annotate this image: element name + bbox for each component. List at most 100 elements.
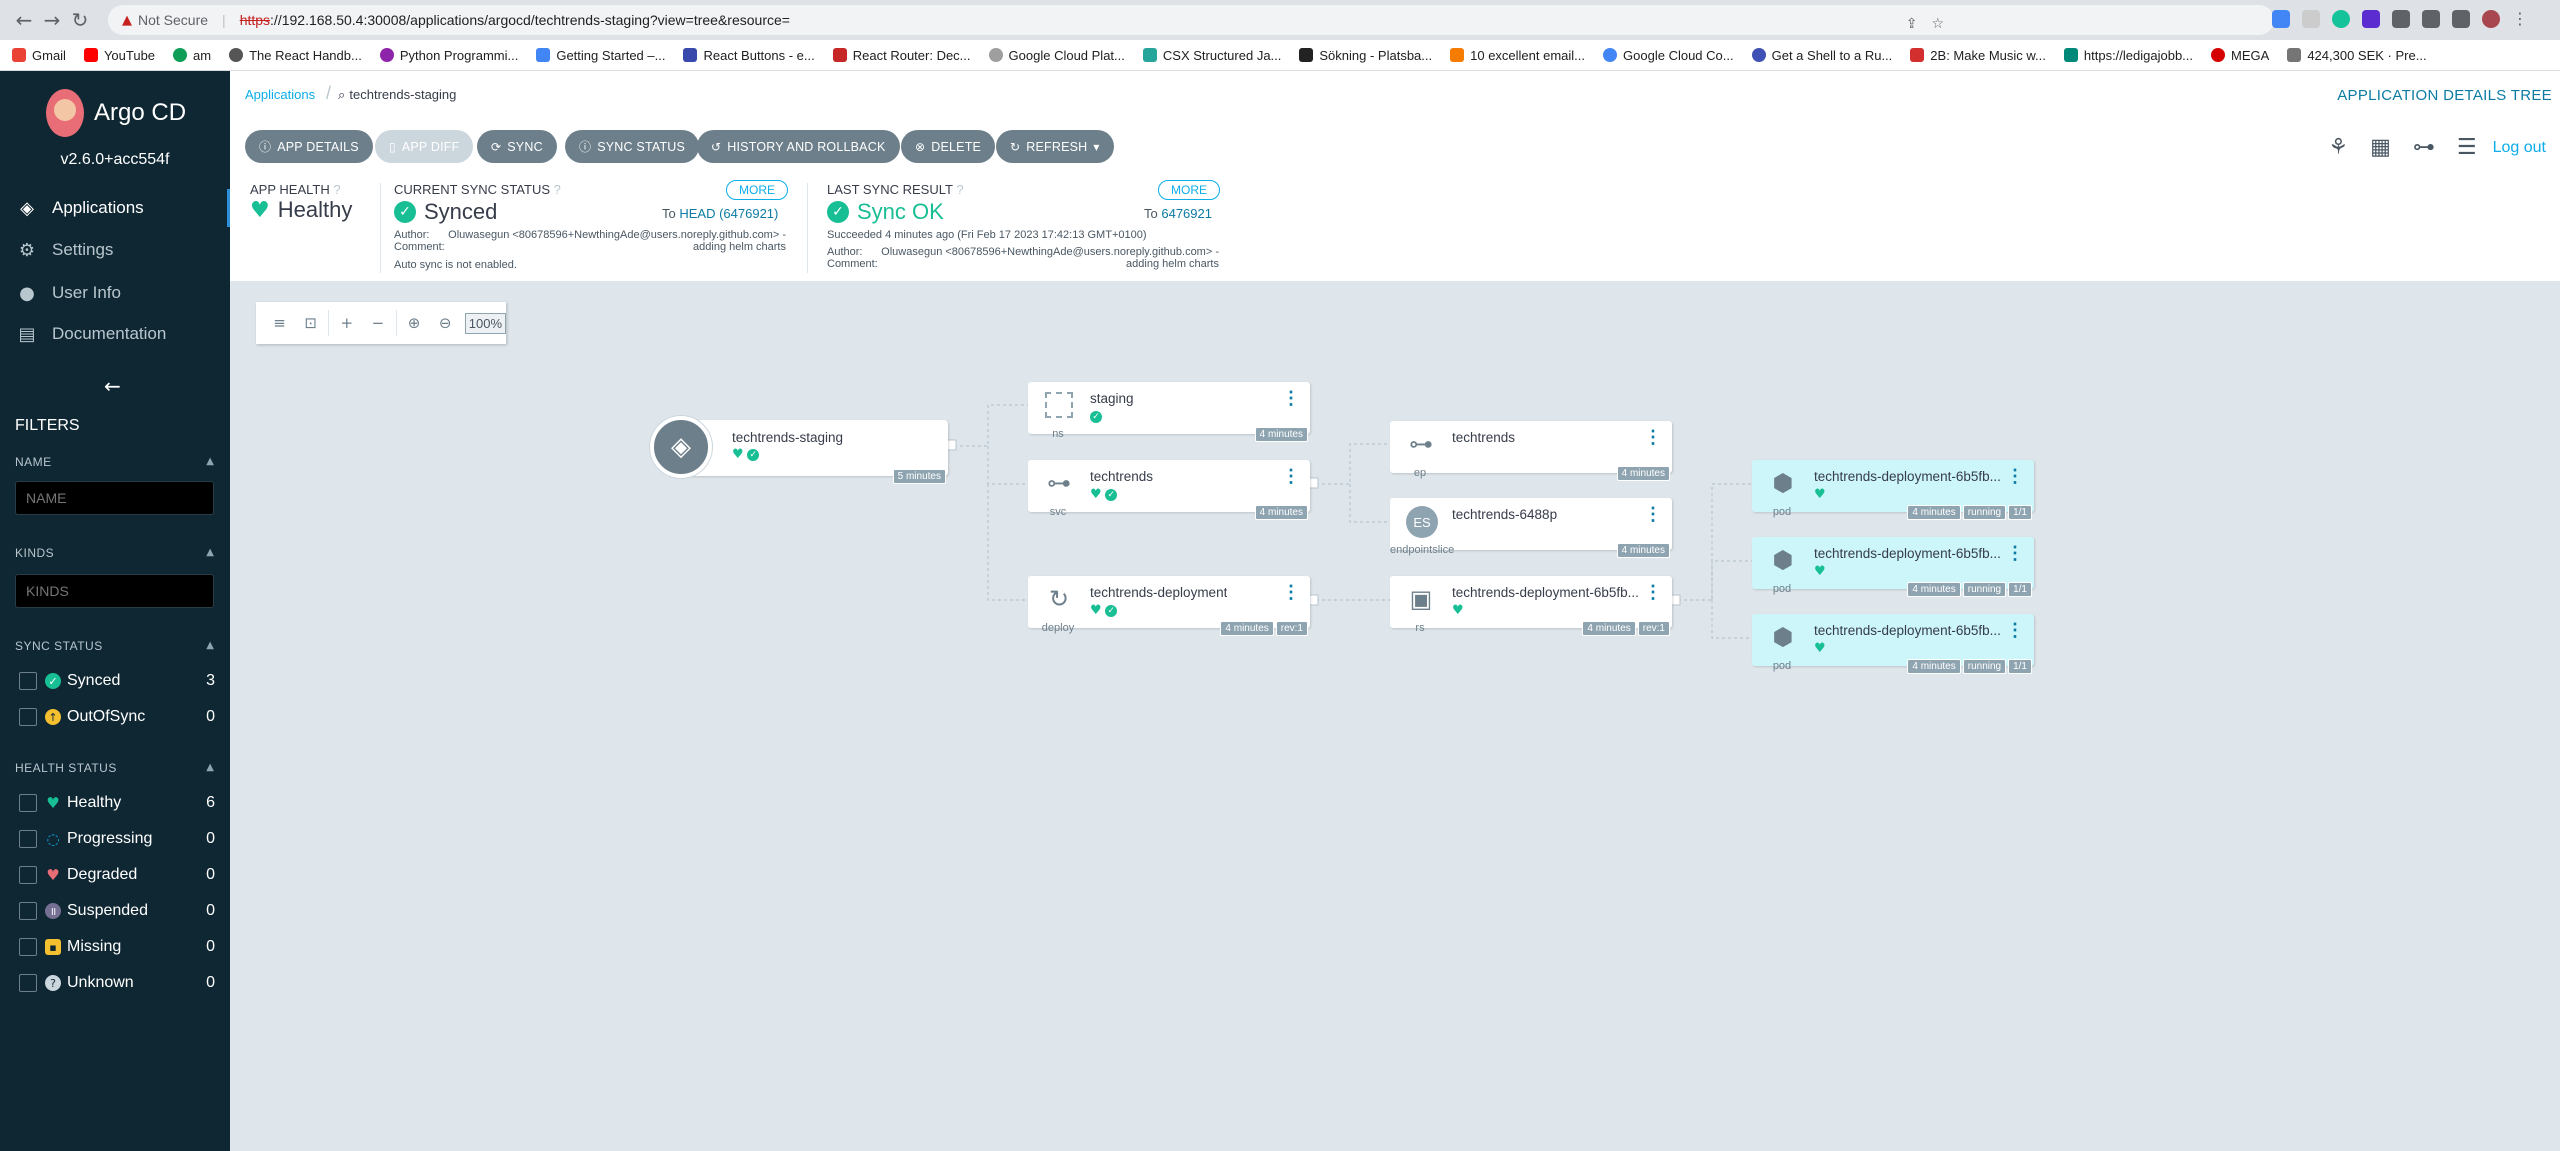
forward-icon[interactable]: → xyxy=(38,8,66,32)
argo-logo[interactable]: Argo CD xyxy=(46,89,186,137)
node-endpointslice[interactable]: ES endpointslice techtrends-6488p ⋮ 4 mi… xyxy=(1390,498,1672,558)
bookmark[interactable]: Sökning - Platsba... xyxy=(1299,48,1432,63)
list-view-icon[interactable]: ☰ xyxy=(2457,135,2477,160)
app-root-node[interactable]: ◈ techtrends-staging ♥ ✓ ⋮ 5 minutes xyxy=(650,416,948,484)
align-left-icon[interactable]: ≡ xyxy=(264,314,295,332)
node-menu-icon[interactable]: ⋮ xyxy=(1644,583,1662,601)
sync-button[interactable]: ⟳ SYNC xyxy=(477,130,557,163)
reading-list-icon[interactable] xyxy=(2422,9,2440,28)
bookmark[interactable]: am xyxy=(173,48,211,63)
refresh-button[interactable]: ↻ REFRESH ▾ xyxy=(996,130,1114,163)
app-details-button[interactable]: ⓘ APP DETAILS xyxy=(245,130,373,163)
bookmark[interactable]: The React Handb... xyxy=(229,48,362,63)
checkbox[interactable] xyxy=(19,866,37,884)
checkbox[interactable] xyxy=(19,794,37,812)
pods-view-icon[interactable]: ▦ xyxy=(2370,135,2391,160)
bookmark[interactable]: Get a Shell to a Ru... xyxy=(1751,48,1892,63)
collapse-caret-icon[interactable]: ▲ xyxy=(206,640,214,651)
share-icon[interactable]: ⇪ xyxy=(1906,16,1918,32)
bookmark[interactable]: Getting Started –... xyxy=(536,48,665,63)
more-icon[interactable]: ⋮ xyxy=(2512,9,2528,28)
app-diff-button[interactable]: ▯ APP DIFF xyxy=(375,130,474,163)
expand-all-icon[interactable]: + xyxy=(331,314,362,332)
zoom-out-icon[interactable]: ⊖ xyxy=(430,314,461,332)
bookmark[interactable]: React Buttons - e... xyxy=(683,48,815,63)
node-menu-icon[interactable]: ⋮ xyxy=(1282,467,1300,485)
star-icon[interactable]: ☆ xyxy=(1931,16,1944,32)
node-menu-icon[interactable]: ⋮ xyxy=(1282,389,1300,407)
filter-synced[interactable]: ✓ Synced 3 xyxy=(19,669,215,693)
node-namespace[interactable]: ns staging ✓ ⋮ 4 minutes xyxy=(1028,382,1310,442)
extension-icon[interactable] xyxy=(2302,9,2320,28)
bookmark[interactable]: Python Programmi... xyxy=(379,48,518,63)
node-menu-icon[interactable]: ⋮ xyxy=(2006,621,2024,639)
collapse-caret-icon[interactable]: ▲ xyxy=(206,456,214,467)
node-menu-icon[interactable]: ⋮ xyxy=(1644,505,1662,523)
node-menu-icon[interactable]: ⋮ xyxy=(2006,467,2024,485)
bookmark[interactable]: Google Cloud Co... xyxy=(1603,48,1734,63)
profile-avatar[interactable] xyxy=(2482,9,2500,28)
node-pod[interactable]: ⬢ pod techtrends-deployment-6b5fb... ♥ ⋮… xyxy=(1752,460,2034,520)
extension-icon[interactable] xyxy=(2272,9,2290,28)
checkbox[interactable] xyxy=(19,708,37,726)
bookmark[interactable]: YouTube xyxy=(83,48,155,63)
history-rollback-button[interactable]: ↺ HISTORY AND ROLLBACK xyxy=(697,130,900,163)
sidebar-icon[interactable] xyxy=(2452,9,2470,28)
extension-icon[interactable] xyxy=(2362,9,2380,28)
filter-suspended[interactable]: ॥ Suspended 0 xyxy=(19,899,215,923)
zoom-in-icon[interactable]: ⊕ xyxy=(399,314,430,332)
collapse-caret-icon[interactable]: ▲ xyxy=(206,547,214,558)
sidebar-item-applications[interactable]: ◈ Applications xyxy=(0,189,230,227)
sync-status-button[interactable]: ⓘ SYNC STATUS xyxy=(565,130,700,163)
bookmark[interactable]: 10 excellent email... xyxy=(1450,48,1585,63)
checkbox[interactable] xyxy=(19,974,37,992)
puzzle-icon[interactable] xyxy=(2392,9,2410,28)
collapse-all-icon[interactable]: − xyxy=(362,314,393,332)
filter-missing[interactable]: ▪ Missing 0 xyxy=(19,935,215,959)
sidebar-item-settings[interactable]: ⚙ Settings xyxy=(0,231,230,269)
kinds-filter-input[interactable] xyxy=(15,574,214,608)
node-menu-icon[interactable]: ⋮ xyxy=(2006,544,2024,562)
grammarly-icon[interactable] xyxy=(2332,9,2350,28)
bookmark[interactable]: Gmail xyxy=(12,48,66,63)
tree-view-icon[interactable]: ⚘ xyxy=(2328,135,2348,160)
collapse-sidebar-icon[interactable]: ← xyxy=(104,374,121,398)
bookmark[interactable]: React Router: Dec... xyxy=(832,48,971,63)
node-service[interactable]: ⊶ svc techtrends ♥ ✓ ⋮ 4 minutes xyxy=(1028,460,1310,520)
logout-link[interactable]: Log out xyxy=(2493,139,2546,157)
sidebar-item-documentation[interactable]: ▤ Documentation xyxy=(0,315,230,353)
node-endpoints[interactable]: ⊶ ep techtrends ⋮ 4 minutes xyxy=(1390,421,1672,481)
last-sync-more-button[interactable]: MORE xyxy=(1158,180,1220,200)
delete-button[interactable]: ⊗ DELETE xyxy=(901,130,996,163)
filter-degraded[interactable]: ♥ Degraded 0 xyxy=(19,863,215,887)
node-pod[interactable]: ⬢ pod techtrends-deployment-6b5fb... ♥ ⋮… xyxy=(1752,614,2034,674)
node-deployment[interactable]: ↻ deploy techtrends-deployment ♥ ✓ ⋮ 4 m… xyxy=(1028,576,1310,636)
bookmark[interactable]: 424,300 SEK · Pre... xyxy=(2287,48,2427,63)
node-pod[interactable]: ⬢ pod techtrends-deployment-6b5fb... ♥ ⋮… xyxy=(1752,537,2034,597)
sync-revision-link[interactable]: HEAD (6476921) xyxy=(679,206,778,221)
filter-progressing[interactable]: ◌ Progressing 0 xyxy=(19,827,215,851)
filter-healthy[interactable]: ♥ Healthy 6 xyxy=(19,791,215,815)
bookmark[interactable]: https://ledigajobb... xyxy=(2063,48,2193,63)
address-bar[interactable]: ▲ Not Secure | https ://192.168.50.4:300… xyxy=(108,5,2274,35)
checkbox[interactable] xyxy=(19,902,37,920)
name-filter-input[interactable] xyxy=(15,481,214,515)
network-view-icon[interactable]: ⊶ xyxy=(2413,135,2435,160)
node-menu-icon[interactable]: ⋮ xyxy=(1644,428,1662,446)
reload-icon[interactable]: ↻ xyxy=(66,8,94,32)
fit-screen-icon[interactable]: ⊡ xyxy=(295,314,326,332)
bookmark[interactable]: CSX Structured Ja... xyxy=(1142,48,1281,63)
node-replicaset[interactable]: ▣ rs techtrends-deployment-6b5fb... ♥ ⋮ … xyxy=(1390,576,1672,636)
last-sync-revision-link[interactable]: 6476921 xyxy=(1161,206,1212,221)
bookmark[interactable]: 2B: Make Music w... xyxy=(1910,48,2046,63)
sidebar-item-user-info[interactable]: ● User Info xyxy=(0,274,230,312)
node-menu-icon[interactable]: ⋮ xyxy=(1282,583,1300,601)
checkbox[interactable] xyxy=(19,938,37,956)
filter-unknown[interactable]: ? Unknown 0 xyxy=(19,971,215,995)
bookmark[interactable]: Google Cloud Plat... xyxy=(988,48,1125,63)
bookmark[interactable]: MEGA xyxy=(2211,48,2269,63)
filter-outofsync[interactable]: ↑ OutOfSync 0 xyxy=(19,705,215,729)
collapse-caret-icon[interactable]: ▲ xyxy=(206,762,214,773)
sync-status-more-button[interactable]: MORE xyxy=(726,180,788,200)
back-icon[interactable]: ← xyxy=(10,8,38,32)
